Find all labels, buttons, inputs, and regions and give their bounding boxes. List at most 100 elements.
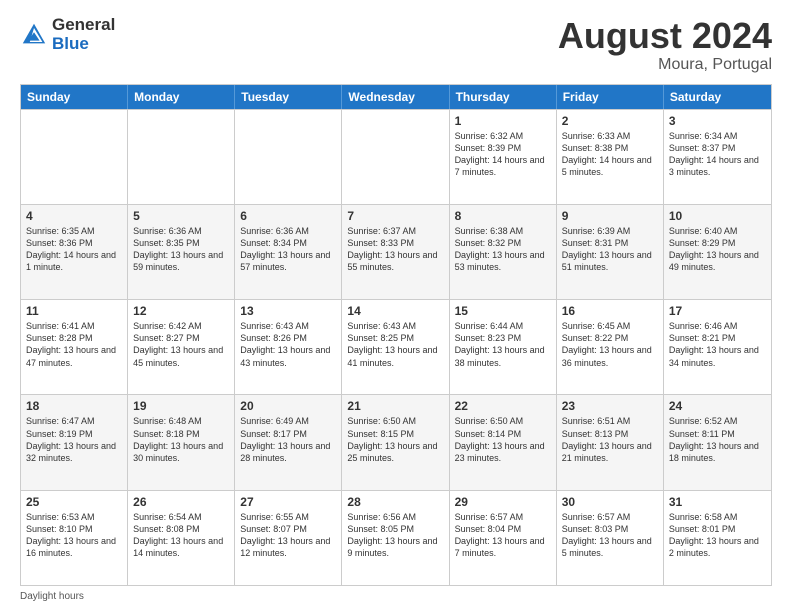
calendar-cell: 6 Sunrise: 6:36 AMSunset: 8:34 PMDaylight… [235,205,342,299]
day-info: Sunrise: 6:43 AMSunset: 8:25 PMDaylight:… [347,320,443,369]
calendar-cell: 3Sunrise: 6:34 AMSunset: 8:37 PMDaylight… [664,110,771,204]
calendar-cell: 20Sunrise: 6:49 AMSunset: 8:17 PMDayligh… [235,395,342,489]
day-number: 13 [240,304,336,318]
calendar-row: 1 Sunrise: 6:32 AMSunset: 8:39 PMDaylight… [21,109,771,204]
calendar-cell: 14Sunrise: 6:43 AMSunset: 8:25 PMDayligh… [342,300,449,394]
calendar-cell: 19 Sunrise: 6:48 AMSunset: 8:18 PMDayligh… [128,395,235,489]
calendar-cell: 5Sunrise: 6:36 AMSunset: 8:35 PMDaylight… [128,205,235,299]
calendar-cell: 8 Sunrise: 6:38 AMSunset: 8:32 PMDaylight… [450,205,557,299]
calendar-row: 18 Sunrise: 6:47 AMSunset: 8:19 PMDayligh… [21,394,771,489]
calendar-row: 4Sunrise: 6:35 AMSunset: 8:36 PMDaylight… [21,204,771,299]
calendar-cell: 27 Sunrise: 6:55 AMSunset: 8:07 PMDayligh… [235,491,342,585]
day-info: Sunrise: 6:40 AMSunset: 8:29 PMDaylight:… [669,225,766,274]
day-info: Sunrise: 6:34 AMSunset: 8:37 PMDaylight:… [669,130,766,179]
day-number: 28 [347,495,443,509]
day-number: 9 [562,209,658,223]
day-info: Sunrise: 6:57 AMSunset: 8:04 PMDaylight:… [455,511,551,560]
day-info: Sunrise: 6:46 AMSunset: 8:21 PMDaylight:… [669,320,766,369]
day-number: 29 [455,495,551,509]
calendar-cell [342,110,449,204]
calendar-cell: 24 Sunrise: 6:52 AMSunset: 8:11 PMDayligh… [664,395,771,489]
day-info: Sunrise: 6:39 AMSunset: 8:31 PMDaylight:… [562,225,658,274]
logo-blue-text: Blue [52,35,115,54]
day-info: Sunrise: 6:41 AMSunset: 8:28 PMDaylight:… [26,320,122,369]
day-number: 27 [240,495,336,509]
day-number: 18 [26,399,122,413]
logo: General Blue [20,16,115,53]
day-info: Sunrise: 6:55 AMSunset: 8:07 PMDaylight:… [240,511,336,560]
day-info: Sunrise: 6:52 AMSunset: 8:11 PMDaylight:… [669,415,766,464]
title-block: August 2024 Moura, Portugal [558,16,772,74]
calendar-cell: 9 Sunrise: 6:39 AMSunset: 8:31 PMDaylight… [557,205,664,299]
day-number: 17 [669,304,766,318]
day-info: Sunrise: 6:32 AMSunset: 8:39 PMDaylight:… [455,130,551,179]
calendar-cell: 22 Sunrise: 6:50 AMSunset: 8:14 PMDayligh… [450,395,557,489]
cal-header-day: Friday [557,85,664,109]
day-number: 11 [26,304,122,318]
day-info: Sunrise: 6:33 AMSunset: 8:38 PMDaylight:… [562,130,658,179]
cal-header-day: Sunday [21,85,128,109]
day-number: 6 [240,209,336,223]
day-info: Sunrise: 6:58 AMSunset: 8:01 PMDaylight:… [669,511,766,560]
page: General Blue August 2024 Moura, Portugal… [0,0,792,612]
calendar: SundayMondayTuesdayWednesdayThursdayFrid… [20,84,772,586]
footer-note: Daylight hours [20,591,772,602]
day-number: 19 [133,399,229,413]
day-number: 25 [26,495,122,509]
logo-general-text: General [52,16,115,35]
day-info: Sunrise: 6:54 AMSunset: 8:08 PMDaylight:… [133,511,229,560]
day-info: Sunrise: 6:38 AMSunset: 8:32 PMDaylight:… [455,225,551,274]
calendar-cell: 1 Sunrise: 6:32 AMSunset: 8:39 PMDaylight… [450,110,557,204]
day-info: Sunrise: 6:47 AMSunset: 8:19 PMDaylight:… [26,415,122,464]
day-info: Sunrise: 6:43 AMSunset: 8:26 PMDaylight:… [240,320,336,369]
calendar-cell: 29 Sunrise: 6:57 AMSunset: 8:04 PMDayligh… [450,491,557,585]
calendar-cell: 25 Sunrise: 6:53 AMSunset: 8:10 PMDayligh… [21,491,128,585]
day-number: 1 [455,114,551,128]
day-number: 22 [455,399,551,413]
day-info: Sunrise: 6:36 AMSunset: 8:35 PMDaylight:… [133,225,229,274]
day-info: Sunrise: 6:51 AMSunset: 8:13 PMDaylight:… [562,415,658,464]
day-number: 26 [133,495,229,509]
day-info: Sunrise: 6:42 AMSunset: 8:27 PMDaylight:… [133,320,229,369]
subtitle: Moura, Portugal [558,56,772,74]
cal-header-day: Thursday [450,85,557,109]
calendar-cell [128,110,235,204]
day-info: Sunrise: 6:45 AMSunset: 8:22 PMDaylight:… [562,320,658,369]
day-info: Sunrise: 6:35 AMSunset: 8:36 PMDaylight:… [26,225,122,274]
day-number: 7 [347,209,443,223]
day-info: Sunrise: 6:48 AMSunset: 8:18 PMDaylight:… [133,415,229,464]
calendar-cell: 11 Sunrise: 6:41 AMSunset: 8:28 PMDayligh… [21,300,128,394]
calendar-cell: 4Sunrise: 6:35 AMSunset: 8:36 PMDaylight… [21,205,128,299]
day-number: 24 [669,399,766,413]
day-info: Sunrise: 6:50 AMSunset: 8:14 PMDaylight:… [455,415,551,464]
day-number: 21 [347,399,443,413]
day-number: 2 [562,114,658,128]
day-number: 15 [455,304,551,318]
day-info: Sunrise: 6:53 AMSunset: 8:10 PMDaylight:… [26,511,122,560]
calendar-cell: 31 Sunrise: 6:58 AMSunset: 8:01 PMDayligh… [664,491,771,585]
day-number: 31 [669,495,766,509]
calendar-header: SundayMondayTuesdayWednesdayThursdayFrid… [21,85,771,109]
day-number: 20 [240,399,336,413]
calendar-cell: 12Sunrise: 6:42 AMSunset: 8:27 PMDayligh… [128,300,235,394]
day-info: Sunrise: 6:36 AMSunset: 8:34 PMDaylight:… [240,225,336,274]
calendar-cell [235,110,342,204]
calendar-cell: 15Sunrise: 6:44 AMSunset: 8:23 PMDayligh… [450,300,557,394]
calendar-cell: 10Sunrise: 6:40 AMSunset: 8:29 PMDayligh… [664,205,771,299]
header: General Blue August 2024 Moura, Portugal [20,16,772,74]
calendar-cell: 18 Sunrise: 6:47 AMSunset: 8:19 PMDayligh… [21,395,128,489]
calendar-row: 11 Sunrise: 6:41 AMSunset: 8:28 PMDayligh… [21,299,771,394]
cal-header-day: Saturday [664,85,771,109]
calendar-row: 25 Sunrise: 6:53 AMSunset: 8:10 PMDayligh… [21,490,771,585]
calendar-cell: 30Sunrise: 6:57 AMSunset: 8:03 PMDayligh… [557,491,664,585]
day-number: 8 [455,209,551,223]
day-info: Sunrise: 6:56 AMSunset: 8:05 PMDaylight:… [347,511,443,560]
calendar-cell [21,110,128,204]
day-number: 30 [562,495,658,509]
calendar-cell: 13 Sunrise: 6:43 AMSunset: 8:26 PMDayligh… [235,300,342,394]
logo-icon [20,21,48,49]
calendar-cell: 26 Sunrise: 6:54 AMSunset: 8:08 PMDayligh… [128,491,235,585]
cal-header-day: Monday [128,85,235,109]
calendar-cell: 2 Sunrise: 6:33 AMSunset: 8:38 PMDaylight… [557,110,664,204]
cal-header-day: Tuesday [235,85,342,109]
